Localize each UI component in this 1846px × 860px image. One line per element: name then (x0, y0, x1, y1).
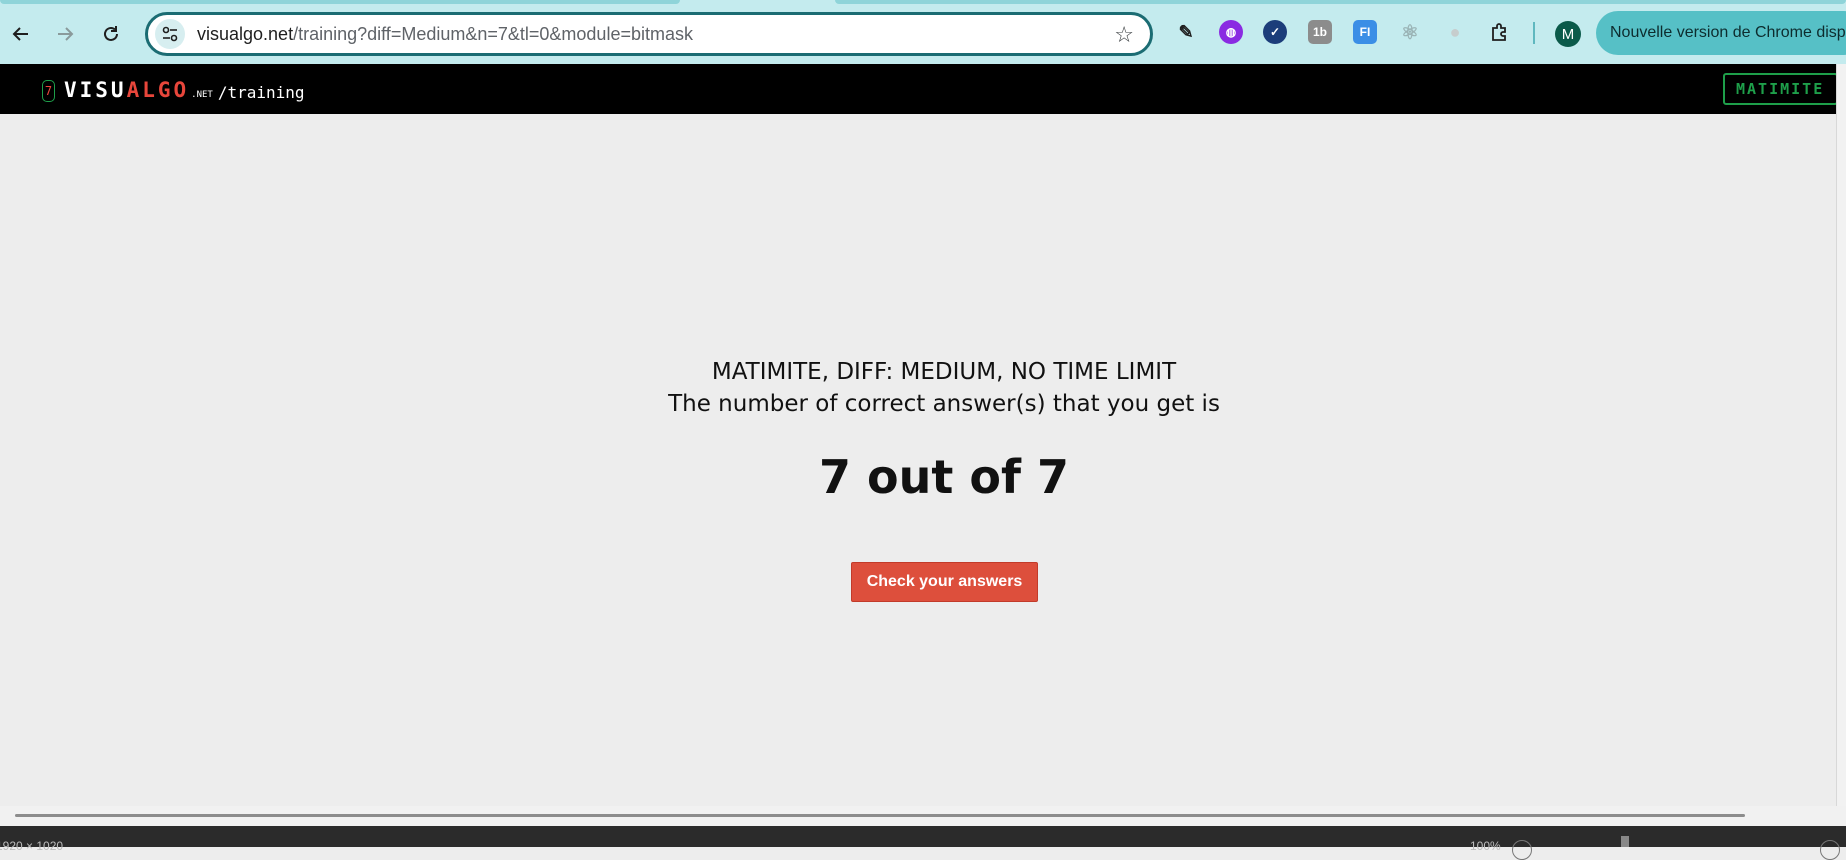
arrow-right-icon (58, 27, 74, 41)
horizontal-scrollbar-thumb[interactable] (15, 814, 1745, 817)
bookmark-star-icon[interactable]: ☆ (1114, 23, 1134, 48)
visualgo-logo[interactable]: 7 VISU ALGO .NET /training (42, 78, 305, 102)
chrome-update-button[interactable]: Nouvelle version de Chrome disponible (1596, 11, 1846, 55)
address-bar[interactable]: visualgo.net/training?diff=Medium&n=7&tl… (145, 12, 1153, 56)
training-result-area: MATIMITE, DIFF: MEDIUM, NO TIME LIMIT Th… (0, 114, 1836, 806)
reload-icon (104, 26, 118, 41)
section-label[interactable]: /training (218, 83, 305, 102)
url-text[interactable]: visualgo.net/training?diff=Medium&n=7&tl… (197, 24, 693, 45)
1b-extension-icon[interactable]: 1b (1308, 20, 1332, 44)
check-extension-icon[interactable]: ✓ (1263, 20, 1287, 44)
eyedropper-icon[interactable]: ✎ (1174, 20, 1198, 44)
react-extension-icon[interactable]: ⚛ (1398, 20, 1422, 44)
screen-dimensions: 1920 × 1020 (0, 839, 64, 853)
logo-algo: ALGO (126, 78, 190, 102)
url-host: visualgo.net (197, 23, 294, 44)
fi-extension-icon[interactable]: FI (1353, 20, 1377, 44)
vertical-scrollbar[interactable] (1836, 64, 1846, 806)
browser-toolbar: visualgo.net/training?diff=Medium&n=7&tl… (0, 0, 1846, 64)
profile-avatar[interactable]: M (1555, 21, 1581, 47)
puzzle-icon (1492, 23, 1506, 41)
logo-visu: VISU (64, 78, 127, 102)
tab-strip-right (835, 0, 1846, 4)
zoom-out-icon[interactable] (1512, 840, 1532, 860)
visualgo-header: 7 VISU ALGO .NET /training MATIMITE (0, 64, 1838, 114)
horizontal-scrollbar[interactable] (0, 806, 1846, 826)
toolbar-divider (1533, 22, 1535, 44)
zoom-level: 100% (1470, 839, 1501, 853)
result-subtitle: The number of correct answer(s) that you… (668, 391, 1220, 417)
zoom-in-icon[interactable] (1820, 840, 1840, 860)
moon-extension-icon[interactable]: ● (1443, 20, 1467, 44)
globe-extension-icon[interactable]: ◍ (1219, 20, 1243, 44)
language-badge[interactable]: 7 (42, 80, 55, 102)
check-answers-button[interactable]: Check your answers (851, 562, 1038, 602)
logo-net: .NET (191, 90, 213, 100)
result-title: MATIMITE, DIFF: MEDIUM, NO TIME LIMIT (711, 359, 1177, 385)
forward-button[interactable] (49, 18, 81, 50)
ruler-icon (1621, 836, 1629, 847)
site-settings-button[interactable] (155, 19, 185, 49)
extensions-button[interactable] (1488, 20, 1512, 44)
status-bar: 1920 × 1020 100% (0, 826, 1846, 860)
score-value: 7 out of 7 (818, 450, 1069, 504)
back-button[interactable] (5, 18, 37, 50)
url-path: /training?diff=Medium&n=7&tl=0&module=bi… (293, 23, 693, 44)
user-button[interactable]: MATIMITE (1723, 73, 1838, 105)
arrow-left-icon (12, 27, 28, 41)
tune-icon (162, 26, 178, 42)
reload-button[interactable] (95, 18, 127, 50)
tab-strip-left (0, 0, 680, 4)
